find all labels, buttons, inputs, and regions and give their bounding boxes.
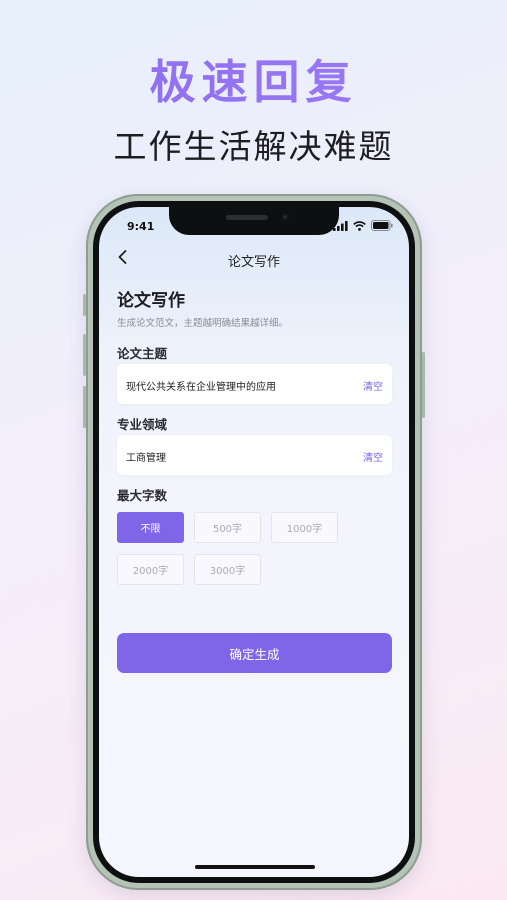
nav-title: 论文写作: [227, 255, 280, 270]
topic-clear-button[interactable]: 清空: [363, 378, 383, 393]
word-limit-option-3000[interactable]: 3000字: [194, 554, 261, 585]
speaker-grille: [226, 215, 268, 220]
topic-input[interactable]: 现代公共关系在企业管理中的应用 清空: [117, 364, 392, 404]
phone-volume-down-button: [83, 386, 86, 428]
status-icons: [333, 220, 393, 231]
topic-input-value[interactable]: 现代公共关系在企业管理中的应用: [126, 378, 276, 393]
page-description: 生成论文范文，主题越明确结果越详细。: [117, 318, 289, 329]
cellular-signal-icon: [333, 220, 348, 231]
phone-power-button: [422, 352, 425, 418]
domain-label: 专业领域: [117, 417, 168, 432]
promo-headline: 极速回复: [0, 46, 507, 112]
word-limit-option-1000[interactable]: 1000字: [271, 512, 338, 543]
promo-subheadline: 工作生活解决难题: [113, 127, 394, 166]
page-heading: 论文写作: [117, 291, 185, 311]
wifi-icon: [353, 220, 366, 231]
phone-side-button: [83, 294, 86, 316]
word-limit-option-2000[interactable]: 2000字: [117, 554, 184, 585]
phone-bezel: 9:41 论文写作 论文写作 生成论文范文，主题越明确结果越详细。 论文主题 现…: [93, 201, 415, 883]
phone-volume-up-button: [83, 334, 86, 376]
home-indicator[interactable]: [195, 865, 315, 869]
confirm-generate-button[interactable]: 确定生成: [117, 633, 392, 673]
word-limit-option-unlimited[interactable]: 不限: [117, 512, 184, 543]
phone-mockup: 9:41 论文写作 论文写作 生成论文范文，主题越明确结果越详细。 论文主题 现…: [83, 194, 425, 890]
word-limit-label: 最大字数: [117, 488, 168, 503]
domain-input-value[interactable]: 工商管理: [126, 449, 166, 464]
status-time: 9:41: [127, 220, 155, 233]
topic-label: 论文主题: [117, 346, 168, 361]
domain-clear-button[interactable]: 清空: [363, 449, 383, 464]
phone-screen: 9:41 论文写作 论文写作 生成论文范文，主题越明确结果越详细。 论文主题 现…: [99, 207, 409, 877]
battery-icon: [371, 220, 393, 231]
front-camera: [281, 213, 289, 221]
domain-input[interactable]: 工商管理 清空: [117, 435, 392, 475]
word-limit-option-500[interactable]: 500字: [194, 512, 261, 543]
phone-notch: [169, 207, 339, 235]
